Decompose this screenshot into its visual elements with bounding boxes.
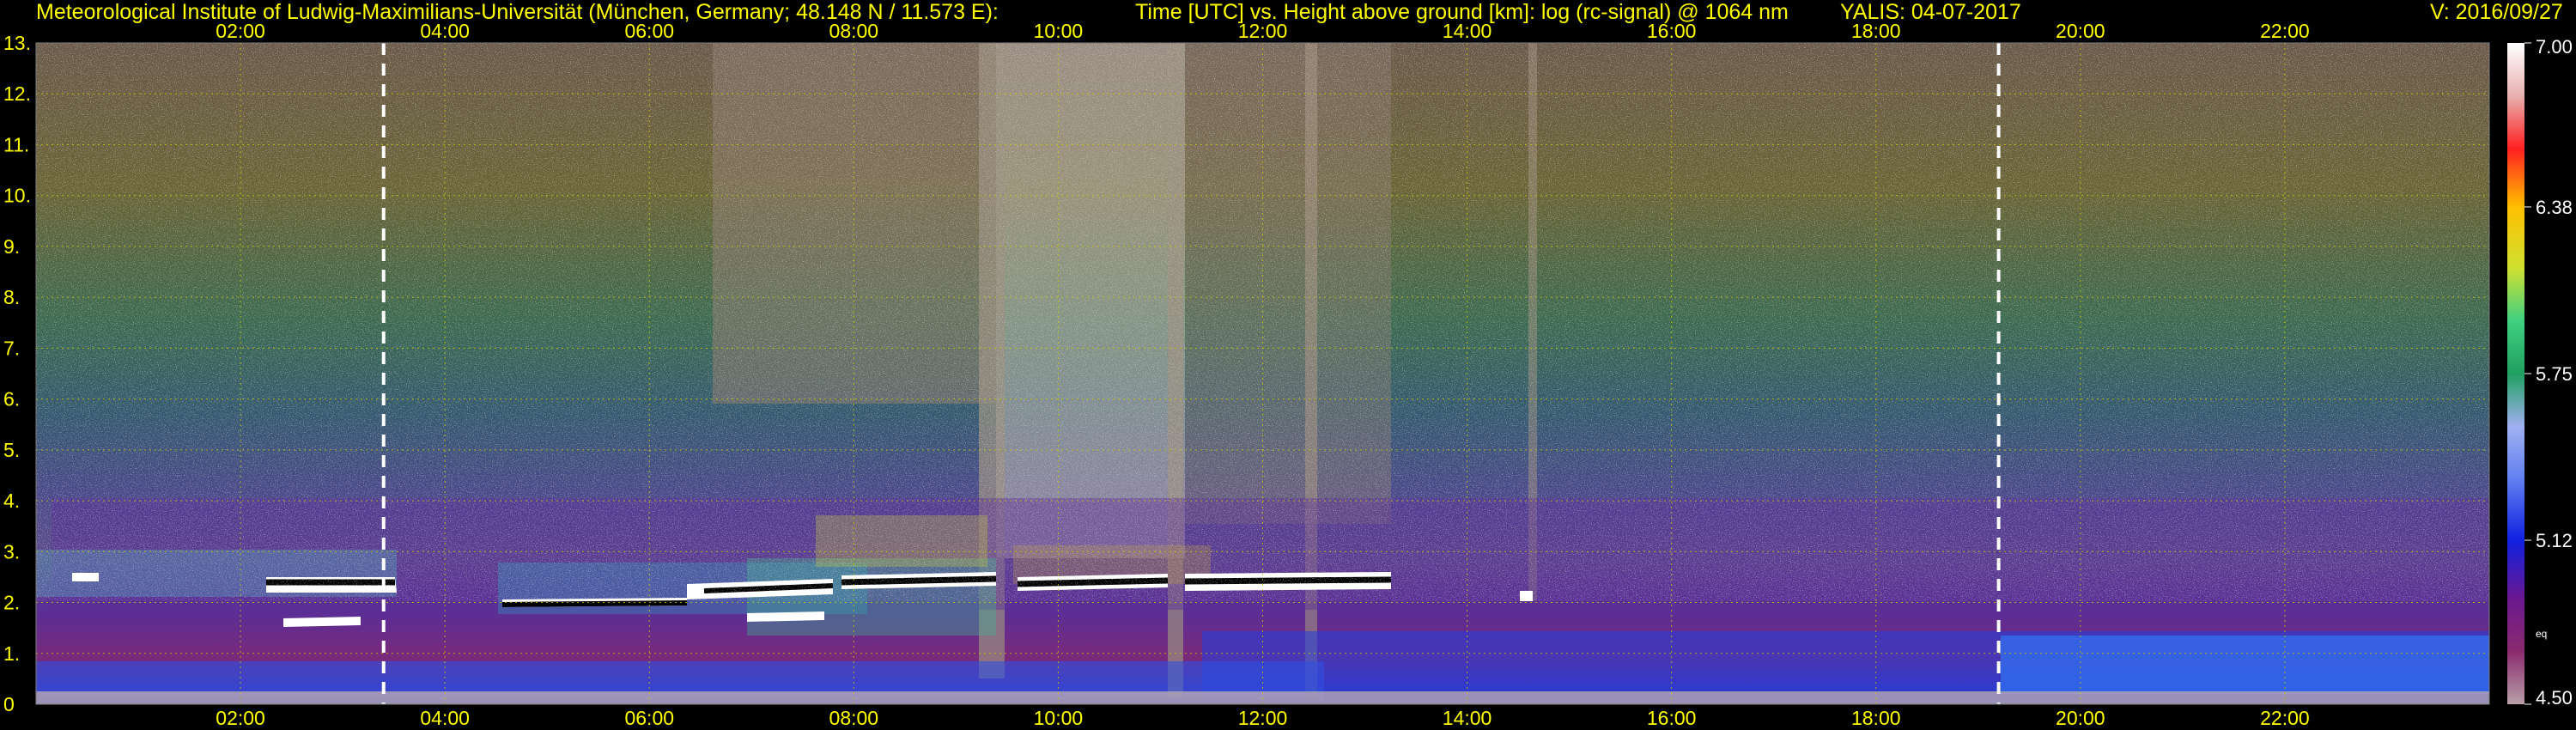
- x-tick-label-top: 10:00: [1034, 20, 1084, 42]
- y-tick-label: 8.: [3, 286, 20, 308]
- y-tick-label: 4.: [3, 490, 20, 512]
- y-tick-label: 2.: [3, 592, 20, 614]
- x-tick-label-top: 16:00: [1647, 20, 1697, 42]
- colorbar-tick-label: 5.75: [2536, 363, 2573, 385]
- y-tick-label: 10.: [3, 185, 31, 207]
- x-axis-bottom: 02:00 04:00 06:00 08:00 10:00 12:00 14:00 16:00…: [216, 707, 2309, 729]
- x-tick-label-top: 08:00: [829, 20, 879, 42]
- y-tick-label: 3.: [3, 540, 20, 563]
- x-tick-label-top: 02:00: [216, 20, 265, 42]
- colorbar-tick-label: 5.12: [2536, 530, 2573, 551]
- x-tick-label-bottom: 02:00: [216, 707, 265, 729]
- x-tick-label-bottom: 10:00: [1034, 707, 1084, 729]
- x-axis-top: 02:00 04:00 06:00 08:00 10:00 12:00 14:00 16:00…: [216, 20, 2309, 42]
- x-tick-label-bottom: 04:00: [420, 707, 470, 729]
- x-tick-label-top: 18:00: [1851, 20, 1901, 42]
- x-tick-label-bottom: 16:00: [1647, 707, 1697, 729]
- x-tick-label-bottom: 20:00: [2056, 707, 2105, 729]
- y-tick-label: 11.: [3, 133, 29, 155]
- colorbar-tick-label: 6.38: [2536, 197, 2573, 218]
- x-tick-label-top: 14:00: [1443, 20, 1492, 42]
- x-tick-label-top: 04:00: [420, 20, 470, 42]
- x-tick-label-bottom: 22:00: [2260, 707, 2310, 729]
- colorbar-gradient: [2507, 43, 2524, 704]
- x-tick-label-bottom: 18:00: [1851, 707, 1901, 729]
- x-tick-label-bottom: 14:00: [1443, 707, 1492, 729]
- x-tick-label-bottom: 12:00: [1238, 707, 1288, 729]
- y-tick-label: 12.: [3, 82, 31, 105]
- colorbar-extra-label: eq: [2536, 628, 2547, 640]
- x-tick-label-bottom: 06:00: [624, 707, 674, 729]
- colorbar-ticks: 7.00 6.38 5.75 5.12 4.50: [2524, 36, 2573, 709]
- y-tick-label: 6.: [3, 388, 20, 411]
- x-tick-label-top: 22:00: [2260, 20, 2310, 42]
- y-tick-label: 5.: [3, 439, 20, 461]
- y-axis: 0 1. 2. 3. 4. 5. 6. 7. 8. 9. 10. 11. 12. 13.: [3, 32, 31, 715]
- x-tick-label-top: 12:00: [1238, 20, 1288, 42]
- colorbar-tick-label: 4.50: [2536, 687, 2573, 709]
- y-tick-label: 0: [3, 693, 15, 715]
- y-tick-label: 9.: [3, 235, 20, 258]
- x-tick-label-top: 06:00: [624, 20, 674, 42]
- y-tick-label: 1.: [3, 642, 20, 665]
- x-tick-label-bottom: 08:00: [829, 707, 879, 729]
- colorbar-tick-label: 7.00: [2536, 36, 2573, 58]
- lidar-heatmap-chart: 02:00 04:00 06:00 08:00 10:00 12:00 14:00 16:00…: [3, 20, 2573, 729]
- y-tick-label: 13.: [3, 32, 31, 54]
- y-tick-label: 7.: [3, 337, 20, 359]
- x-tick-label-top: 20:00: [2056, 20, 2105, 42]
- colorbar: 7.00 6.38 5.75 5.12 4.50 eq: [2507, 36, 2573, 709]
